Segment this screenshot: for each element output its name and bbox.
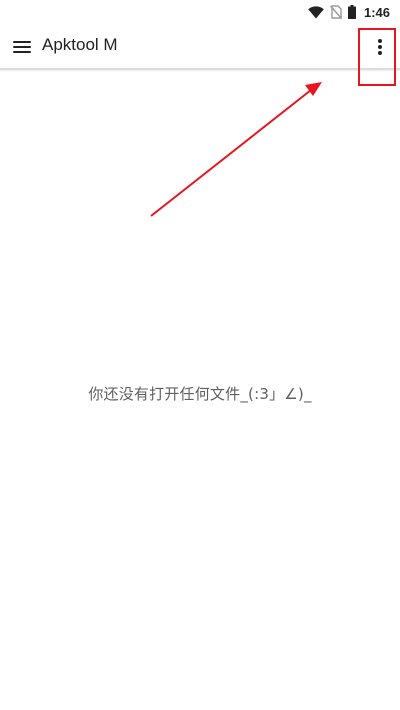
wifi-icon bbox=[308, 5, 324, 19]
empty-state-message: 你还没有打开任何文件_(:3」∠)_ bbox=[88, 385, 312, 403]
hamburger-menu-icon[interactable] bbox=[13, 37, 35, 57]
annotation-highlight-box bbox=[358, 28, 396, 86]
no-sim-icon bbox=[329, 5, 342, 19]
app-bar: Apktool M bbox=[0, 24, 400, 70]
status-bar: 1:46 bbox=[0, 0, 400, 24]
battery-icon bbox=[347, 5, 356, 19]
annotation-arrow bbox=[150, 82, 322, 217]
app-title: Apktool M bbox=[42, 35, 118, 54]
status-time: 1:46 bbox=[363, 4, 390, 20]
app-screen: 1:46 Apktool M 你还没有打开任何文件_(:3」∠)_ bbox=[0, 0, 400, 710]
